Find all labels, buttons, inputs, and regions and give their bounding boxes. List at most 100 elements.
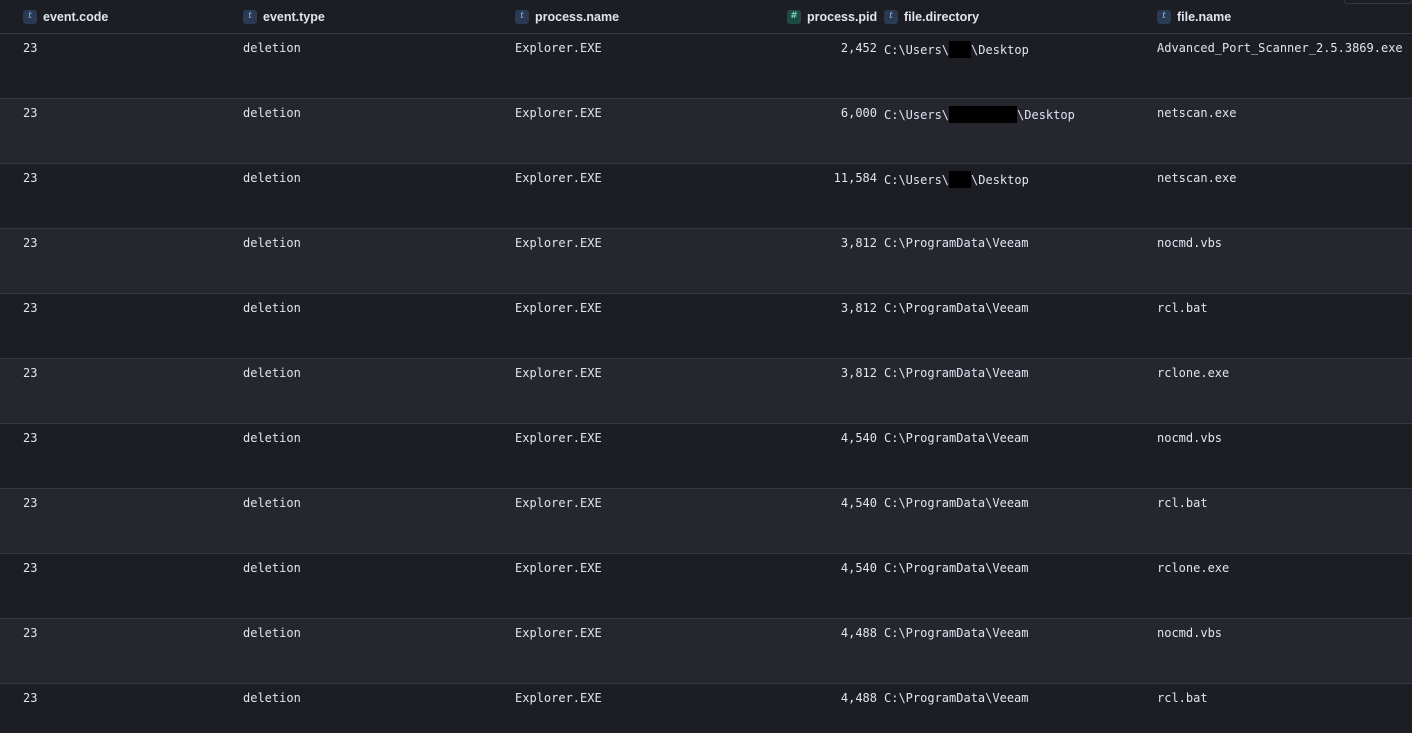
cell-event-type: deletion <box>243 626 301 640</box>
cell-process-name: Explorer.EXE <box>515 691 602 705</box>
cell-process-name: Explorer.EXE <box>515 366 602 380</box>
header-options-button[interactable] <box>1344 0 1412 4</box>
directory-prefix: C:\ProgramData\Veeam <box>884 301 1029 315</box>
text-type-icon: t <box>23 9 37 24</box>
cell-process-name: Explorer.EXE <box>515 496 602 510</box>
cell-event-type: deletion <box>243 171 301 185</box>
cell-file-directory: C:\Users\ \Desktop <box>884 171 1029 188</box>
cell-file-directory: C:\ProgramData\Veeam <box>884 431 1029 446</box>
cell-file-directory: C:\ProgramData\Veeam <box>884 496 1029 511</box>
number-type-icon: # <box>787 9 801 24</box>
cell-process-name: Explorer.EXE <box>515 561 602 575</box>
text-type-icon: t <box>884 9 898 24</box>
cell-process-name: Explorer.EXE <box>515 431 602 445</box>
cell-event-code: 23 <box>23 496 38 510</box>
column-header-label: event.type <box>263 9 325 24</box>
cell-file-directory: C:\ProgramData\Veeam <box>884 366 1029 381</box>
cell-process-name: Explorer.EXE <box>515 106 602 120</box>
cell-process-pid: 4,488 <box>840 691 877 705</box>
cell-file-directory: C:\Users\ \Desktop <box>884 106 1075 123</box>
column-header-label: process.pid <box>807 9 878 24</box>
cell-process-pid: 4,540 <box>840 496 877 510</box>
cell-event-type: deletion <box>243 236 301 250</box>
directory-prefix: C:\Users\ <box>884 108 950 122</box>
redaction-block <box>949 41 972 58</box>
redaction-block <box>949 106 1018 123</box>
cell-event-type: deletion <box>243 41 301 55</box>
cell-file-name: netscan.exe <box>1157 171 1237 185</box>
directory-prefix: C:\Users\ <box>884 43 950 57</box>
cell-event-code: 23 <box>23 301 38 315</box>
column-header-process-pid[interactable]: # process.pid <box>787 0 877 33</box>
cell-file-name: rcl.bat <box>1157 301 1208 315</box>
table-row[interactable]: 23 deletion Explorer.EXE 2,452 C:\Users\ \Des… <box>0 34 1412 99</box>
directory-prefix: C:\ProgramData\Veeam <box>884 431 1029 445</box>
cell-process-pid: 3,812 <box>840 236 877 250</box>
column-header-event-code[interactable]: t event.code <box>23 0 108 33</box>
table-row[interactable]: 23 deletion Explorer.EXE 4,488 C:\ProgramDat… <box>0 619 1412 684</box>
cell-event-type: deletion <box>243 431 301 445</box>
directory-prefix: C:\ProgramData\Veeam <box>884 626 1029 640</box>
text-type-icon: t <box>1157 9 1171 24</box>
directory-suffix: \Desktop <box>971 43 1029 57</box>
column-header-file-name[interactable]: t file.name <box>1157 0 1231 33</box>
cell-event-type: deletion <box>243 106 301 120</box>
cell-file-directory: C:\ProgramData\Veeam <box>884 236 1029 251</box>
table-row[interactable]: 23 deletion Explorer.EXE 4,540 C:\ProgramDat… <box>0 489 1412 554</box>
table-row[interactable]: 23 deletion Explorer.EXE 3,812 C:\ProgramDat… <box>0 359 1412 424</box>
cell-file-name: netscan.exe <box>1157 106 1237 120</box>
column-header-process-name[interactable]: t process.name <box>515 0 619 33</box>
table-row[interactable]: 23 deletion Explorer.EXE 4,488 C:\ProgramDat… <box>0 684 1412 733</box>
table-row[interactable]: 23 deletion Explorer.EXE 4,540 C:\ProgramDat… <box>0 424 1412 489</box>
cell-process-pid: 3,812 <box>840 366 877 380</box>
column-header-file-directory[interactable]: t file.directory <box>884 0 979 33</box>
cell-process-pid: 4,488 <box>840 626 877 640</box>
cell-event-code: 23 <box>23 41 38 55</box>
cell-event-type: deletion <box>243 366 301 380</box>
column-header-label: file.name <box>1177 9 1232 24</box>
cell-process-pid: 6,000 <box>840 106 877 120</box>
cell-event-code: 23 <box>23 171 38 185</box>
table-row[interactable]: 23 deletion Explorer.EXE 11,584 C:\Users\ \De… <box>0 164 1412 229</box>
cell-file-name: nocmd.vbs <box>1157 626 1223 640</box>
cell-file-directory: C:\ProgramData\Veeam <box>884 691 1029 706</box>
cell-file-name: rcl.bat <box>1157 496 1208 510</box>
cell-file-name: Advanced_Port_Scanner_2.5.3869.exe <box>1157 41 1403 55</box>
cell-process-pid: 4,540 <box>840 561 877 575</box>
cell-file-name: rcl.bat <box>1157 691 1208 705</box>
cell-event-type: deletion <box>243 561 301 575</box>
directory-prefix: C:\ProgramData\Veeam <box>884 496 1029 510</box>
cell-process-name: Explorer.EXE <box>515 171 602 185</box>
data-grid: t event.code t event.type t process.name… <box>0 0 1412 733</box>
cell-event-code: 23 <box>23 236 38 250</box>
column-header-event-type[interactable]: t event.type <box>243 0 325 33</box>
text-type-icon: t <box>243 9 257 24</box>
cell-event-code: 23 <box>23 366 38 380</box>
cell-process-name: Explorer.EXE <box>515 301 602 315</box>
redaction-block <box>949 171 972 188</box>
cell-process-pid: 11,584 <box>833 171 877 185</box>
cell-event-code: 23 <box>23 626 38 640</box>
directory-prefix: C:\Users\ <box>884 173 950 187</box>
text-type-icon: t <box>515 9 529 24</box>
cell-file-directory: C:\Users\ \Desktop <box>884 41 1029 58</box>
cell-event-code: 23 <box>23 106 38 120</box>
cell-file-directory: C:\ProgramData\Veeam <box>884 626 1029 641</box>
directory-prefix: C:\ProgramData\Veeam <box>884 561 1029 575</box>
cell-event-type: deletion <box>243 691 301 705</box>
cell-file-directory: C:\ProgramData\Veeam <box>884 301 1029 316</box>
grid-header: t event.code t event.type t process.name… <box>0 0 1412 34</box>
directory-suffix: \Desktop <box>971 173 1029 187</box>
directory-prefix: C:\ProgramData\Veeam <box>884 236 1029 250</box>
cell-file-directory: C:\ProgramData\Veeam <box>884 561 1029 576</box>
cell-process-name: Explorer.EXE <box>515 236 602 250</box>
directory-suffix: \Desktop <box>1017 108 1075 122</box>
cell-event-code: 23 <box>23 431 38 445</box>
table-row[interactable]: 23 deletion Explorer.EXE 3,812 C:\ProgramDat… <box>0 294 1412 359</box>
table-row[interactable]: 23 deletion Explorer.EXE 4,540 C:\ProgramDat… <box>0 554 1412 619</box>
table-row[interactable]: 23 deletion Explorer.EXE 6,000 C:\Users\ \Des… <box>0 99 1412 164</box>
cell-event-code: 23 <box>23 561 38 575</box>
table-row[interactable]: 23 deletion Explorer.EXE 3,812 C:\ProgramDat… <box>0 229 1412 294</box>
directory-prefix: C:\ProgramData\Veeam <box>884 366 1029 380</box>
cell-file-name: rclone.exe <box>1157 561 1230 575</box>
